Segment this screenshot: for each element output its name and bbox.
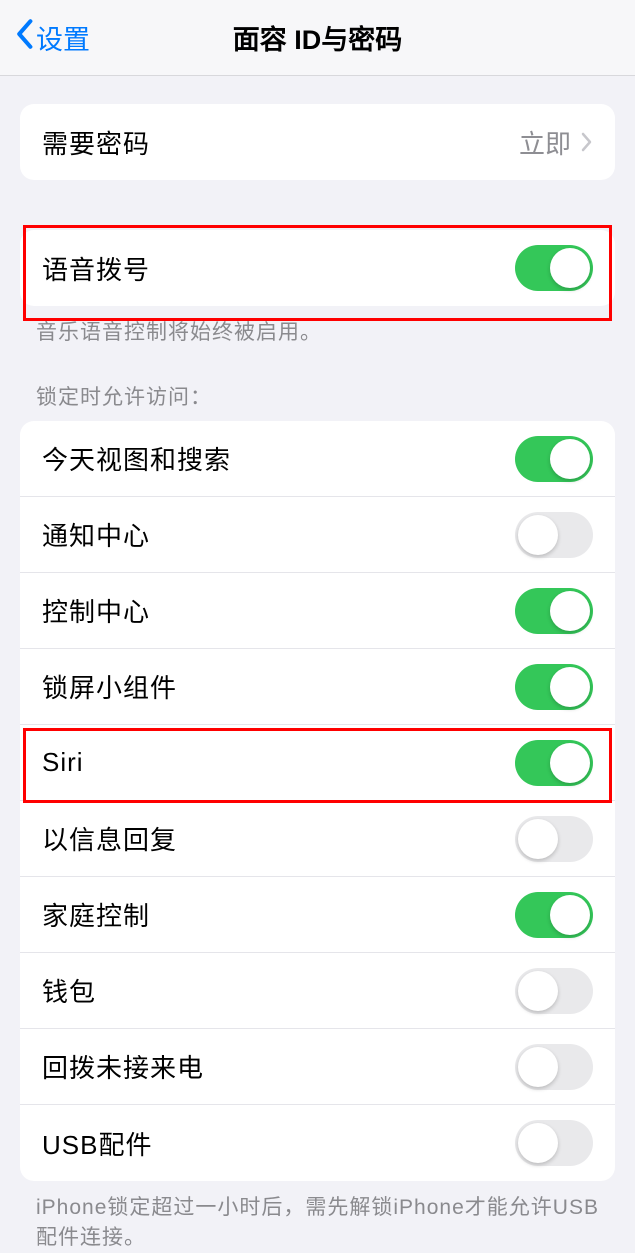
lock-access-row: 控制中心 [20, 573, 615, 649]
toggle[interactable] [515, 588, 593, 634]
voice-dial-footer: 音乐语音控制将始终被启用。 [0, 306, 635, 347]
passcode-group: 需要密码 立即 [20, 104, 615, 180]
toggle[interactable] [515, 664, 593, 710]
back-label: 设置 [36, 18, 90, 57]
row-label: Siri [42, 747, 84, 778]
chevron-right-icon [581, 132, 593, 152]
row-label: 以信息回复 [42, 820, 177, 857]
chevron-left-icon [14, 18, 34, 57]
lock-access-row: 以信息回复 [20, 801, 615, 877]
lock-access-row: 锁屏小组件 [20, 649, 615, 725]
require-passcode-row[interactable]: 需要密码 立即 [20, 104, 615, 180]
back-button[interactable]: 设置 [0, 18, 90, 57]
toggle[interactable] [515, 1120, 593, 1166]
nav-header: 设置 面容 ID与密码 [0, 0, 635, 76]
lock-access-row: 回拨未接来电 [20, 1029, 615, 1105]
toggle[interactable] [515, 816, 593, 862]
lock-access-row: 家庭控制 [20, 877, 615, 953]
toggle[interactable] [515, 740, 593, 786]
row-value: 立即 [519, 124, 571, 161]
row-label: 锁屏小组件 [42, 668, 177, 705]
toggle[interactable] [515, 892, 593, 938]
row-label: 通知中心 [42, 516, 150, 553]
lock-access-row: 今天视图和搜索 [20, 421, 615, 497]
row-label: 控制中心 [42, 592, 150, 629]
lock-access-group: 今天视图和搜索通知中心控制中心锁屏小组件 Siri 以信息回复家庭控制钱包回拨未接来… [20, 421, 615, 1181]
page-title: 面容 ID与密码 [0, 18, 635, 57]
lock-access-footer: iPhone锁定超过一小时后，需先解锁iPhone才能允许USB配件连接。 [0, 1181, 635, 1252]
row-label: 家庭控制 [42, 896, 150, 933]
voice-dial-row: 语音拨号 [20, 230, 615, 306]
toggle[interactable] [515, 436, 593, 482]
toggle[interactable] [515, 512, 593, 558]
lock-access-row: 钱包 [20, 953, 615, 1029]
toggle[interactable] [515, 1044, 593, 1090]
lock-access-header: 锁定时允许访问： [0, 347, 635, 421]
row-label: 语音拨号 [42, 250, 150, 287]
row-label: USB配件 [42, 1125, 152, 1162]
lock-access-row: USB配件 [20, 1105, 615, 1181]
row-label: 今天视图和搜索 [42, 440, 231, 477]
row-label: 回拨未接来电 [42, 1048, 204, 1085]
voice-dial-toggle[interactable] [515, 245, 593, 291]
row-label: 钱包 [42, 972, 96, 1009]
row-label: 需要密码 [42, 124, 150, 161]
lock-access-row: 通知中心 [20, 497, 615, 573]
voice-dial-group: 语音拨号 [20, 230, 615, 306]
lock-access-row: Siri [20, 725, 615, 801]
toggle[interactable] [515, 968, 593, 1014]
